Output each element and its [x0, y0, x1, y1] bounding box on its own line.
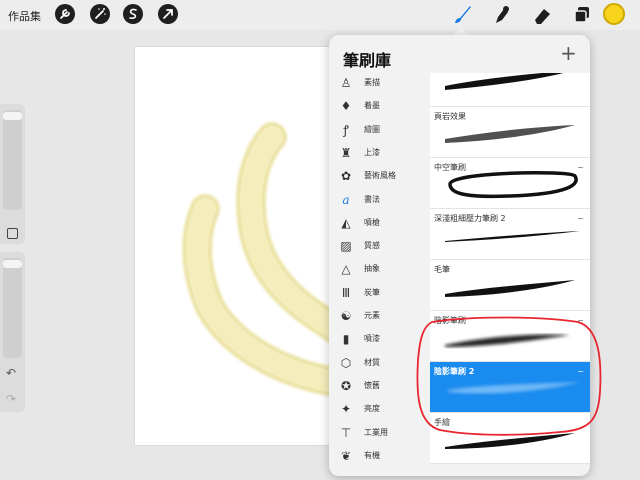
category-label: 着墨 — [364, 101, 380, 111]
brush-name: 頁岩效果 — [434, 112, 466, 121]
category-item[interactable]: ☯ 元素 — [329, 306, 429, 329]
yin-yang-icon: ☯ — [340, 309, 352, 323]
eraser-icon[interactable] — [530, 3, 554, 27]
brush-item[interactable]: 陰影筆刷 2 ~ — [430, 362, 590, 413]
category-item[interactable]: △ 抽象 — [329, 259, 429, 282]
pencil-support-icon: ~ — [577, 214, 584, 223]
brush-icon[interactable] — [450, 3, 474, 27]
popover-arrow — [453, 27, 469, 35]
category-item[interactable]: ♜ 上漆 — [329, 143, 429, 166]
texture-icon: ▨ — [340, 239, 352, 254]
brush-item[interactable]: 毛筆 — [430, 260, 590, 311]
category-label: 藝術風格 — [364, 171, 396, 181]
category-item[interactable]: ◭ 噴槍 — [329, 213, 429, 236]
category-item[interactable]: ❦ 有機 — [329, 446, 429, 469]
modify-button[interactable] — [7, 228, 18, 239]
cube-icon: ⬡ — [340, 355, 352, 370]
undo-button[interactable]: ↶ — [6, 366, 16, 380]
category-label: 懷舊 — [364, 380, 380, 390]
category-label: 元素 — [364, 311, 380, 320]
wrench-icon[interactable] — [55, 4, 75, 24]
category-item[interactable]: ▮ 噴漆 — [329, 329, 429, 352]
brush-stroke-preview — [445, 280, 575, 297]
category-item[interactable]: ⬡ 材質 — [329, 353, 429, 376]
category-item[interactable]: ♦ 着墨 — [329, 96, 429, 119]
category-label: 素描 — [364, 78, 380, 87]
brush-name: 陰影筆刷 — [434, 316, 466, 325]
anvil-icon: ⊤ — [340, 425, 352, 440]
category-label: 亮度 — [364, 404, 380, 414]
brush-name: 毛筆 — [434, 265, 450, 274]
category-item[interactable]: ✪ 懷舊 — [329, 376, 429, 399]
drawing-canvas[interactable] — [135, 47, 335, 445]
airbrush-icon: ◭ — [341, 215, 351, 230]
palette-icon: ✿ — [340, 169, 352, 184]
opacity-handle[interactable] — [3, 260, 22, 268]
magic-wand-icon[interactable] — [90, 4, 110, 24]
brush-item[interactable]: 手繪 — [430, 413, 590, 464]
category-label: 上漆 — [364, 147, 380, 157]
brush-name: 陰影筆刷 2 — [434, 367, 475, 376]
category-label: 材質 — [364, 357, 380, 367]
category-label: 有機 — [364, 450, 380, 460]
brush-name: 深淺粗細壓力筆刷 2 — [434, 214, 506, 223]
add-brush-button[interactable]: + — [560, 43, 577, 63]
spray-can-icon: ▮ — [342, 332, 350, 347]
category-label: 工業用 — [364, 427, 388, 437]
category-item[interactable]: ꝭ 繪圖 — [329, 120, 429, 143]
ink-pen-icon: ♙ — [340, 76, 352, 90]
brush-stroke-preview — [445, 73, 564, 90]
brush-size-handle[interactable] — [3, 112, 22, 120]
brush-name: 中空筆刷 — [434, 163, 466, 172]
redo-button[interactable]: ↷ — [6, 392, 16, 406]
category-item[interactable]: ▨ 質感 — [329, 236, 429, 259]
brush-library-panel: 筆刷庫 + ♙ 素描 ♦ 着墨 ꝭ 繪圖 ♜ 上漆 ✿ 藝術風格 a 書法 ◭ 噴槍 ▨ 質感 △ 抽象 Ⅲ 炭筆 ☯ 元… — [329, 35, 590, 476]
brush-library-title: 筆刷庫 — [343, 51, 392, 70]
brush-item[interactable]: 陰影筆刷 ~ — [430, 311, 590, 362]
brush-list: 水筆頁岩效果中空筆刷 ~ 深淺粗細壓力筆刷 2 ~ 毛筆陰影筆刷 ~ 陰影筆刷 2 ~ 手繪 — [430, 73, 590, 476]
transform-icon[interactable] — [158, 4, 178, 24]
category-item[interactable]: ✿ 藝術風格 — [329, 166, 429, 189]
category-label: 炭筆 — [364, 287, 380, 297]
paint-brush-icon: ♜ — [340, 145, 352, 160]
brush-stroke-preview — [445, 433, 575, 449]
layers-icon[interactable] — [570, 3, 594, 27]
selection-icon[interactable] — [123, 4, 143, 24]
category-label: 書法 — [364, 194, 380, 204]
sparkle-icon: ✦ — [340, 402, 352, 417]
squiggle-icon: ꝭ — [343, 122, 349, 137]
gallery-button[interactable]: 作品集 — [8, 8, 41, 24]
pencil-support-icon: ~ — [577, 367, 584, 376]
top-toolbar: 作品集 — [0, 0, 640, 30]
triangle-icon: △ — [341, 262, 351, 277]
category-label: 繪圖 — [364, 124, 380, 134]
ink-drop-icon: ♦ — [340, 99, 352, 114]
category-item[interactable]: ♙ 素描 — [329, 73, 429, 96]
smudge-icon[interactable] — [489, 3, 513, 27]
category-label: 噴槍 — [364, 217, 380, 227]
category-label: 質感 — [364, 241, 380, 251]
category-label: 噴漆 — [364, 334, 380, 344]
brush-size-slider[interactable] — [3, 110, 22, 210]
brush-name: 手繪 — [434, 418, 450, 427]
color-picker-button[interactable] — [603, 3, 625, 25]
brush-item[interactable]: 深淺粗細壓力筆刷 2 ~ — [430, 209, 590, 260]
opacity-slider[interactable] — [3, 258, 22, 358]
charcoal-icon: Ⅲ — [341, 285, 351, 300]
vintage-star-icon: ✪ — [340, 378, 352, 393]
category-item[interactable]: Ⅲ 炭筆 — [329, 283, 429, 306]
category-item[interactable]: a 書法 — [329, 190, 429, 213]
category-item[interactable]: ⊤ 工業用 — [329, 423, 429, 446]
calligraphy-icon: a — [342, 192, 350, 207]
brush-item[interactable]: 頁岩效果 — [430, 107, 590, 158]
leaf-icon: ❦ — [340, 448, 352, 463]
category-item[interactable]: ✦ 亮度 — [329, 399, 429, 422]
brush-item[interactable]: 水筆 — [430, 73, 590, 107]
pencil-support-icon: ~ — [577, 163, 584, 172]
category-label: 抽象 — [364, 264, 380, 274]
brush-item[interactable]: 中空筆刷 ~ — [430, 158, 590, 209]
pencil-support-icon: ~ — [577, 316, 584, 325]
